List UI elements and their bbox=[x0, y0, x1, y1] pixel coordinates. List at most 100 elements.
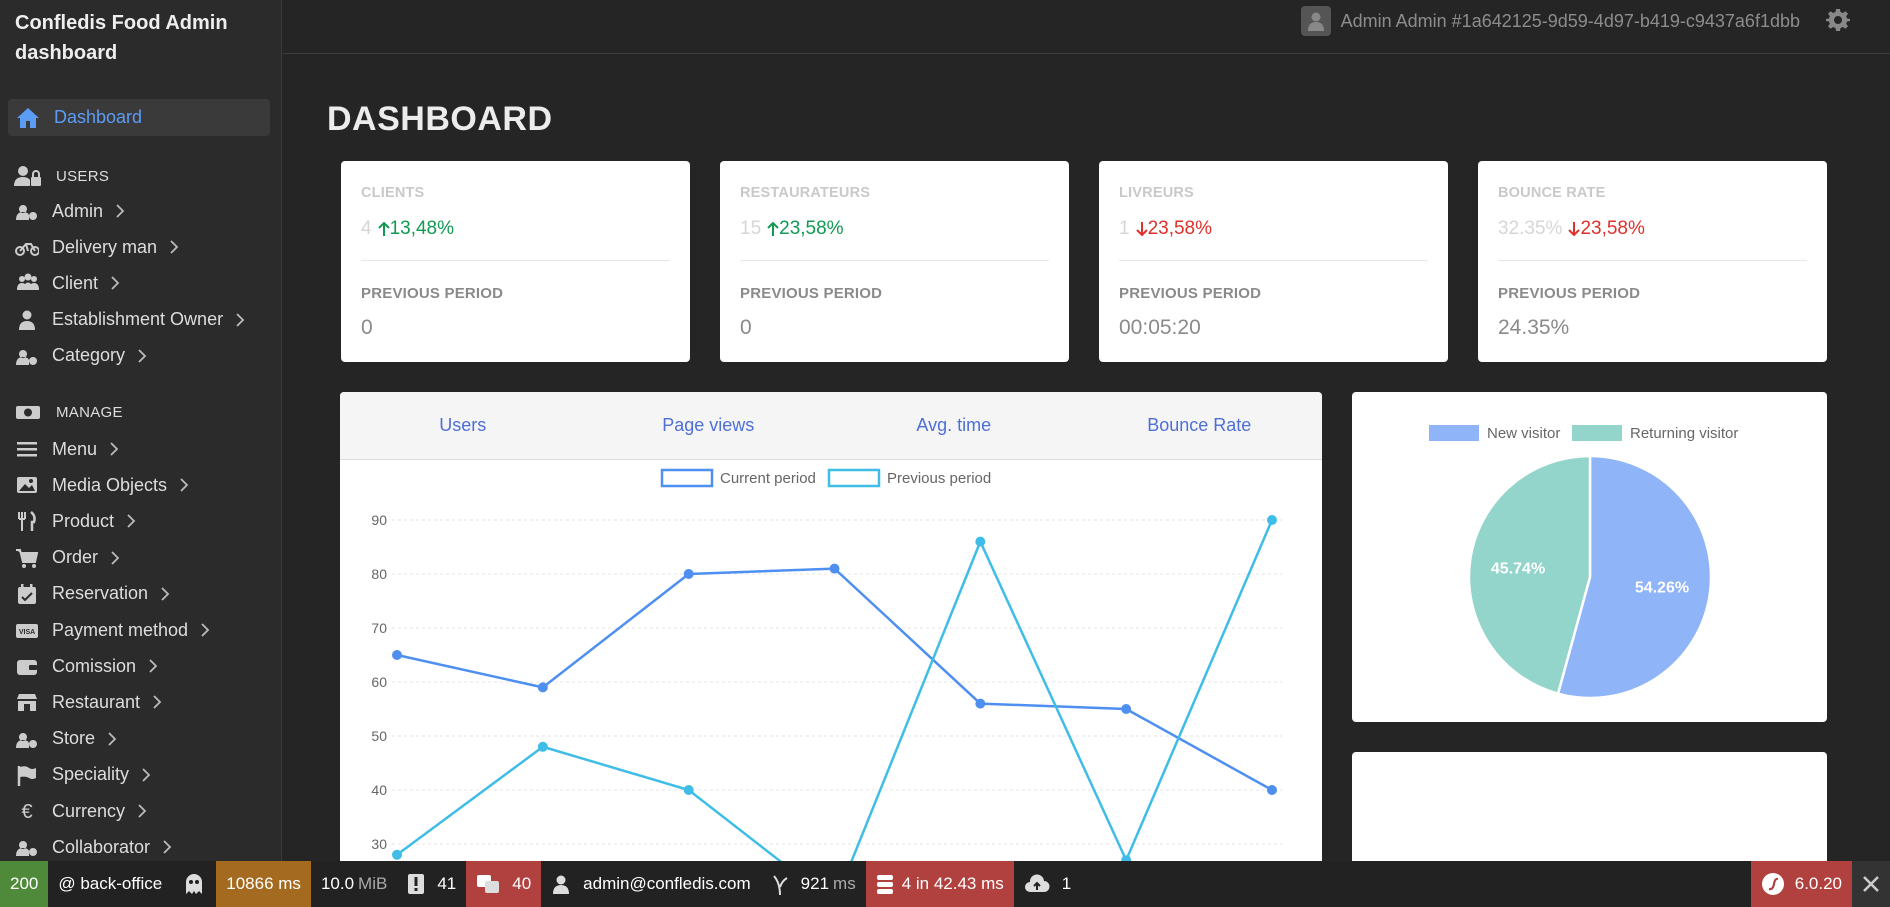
debug-toolbar: 200 @ back-office 10866 ms 10.0 MiB 41 40… bbox=[0, 861, 1890, 907]
data-point[interactable] bbox=[975, 536, 986, 547]
sidebar-item-dashboard[interactable]: Dashboard bbox=[8, 99, 270, 136]
sidebar-item-delivery-man[interactable]: Delivery man bbox=[14, 232, 179, 262]
exclamation-icon bbox=[408, 874, 425, 894]
cloud-upload-icon bbox=[1024, 874, 1050, 892]
sidebar-item-currency[interactable]: € Currency bbox=[14, 796, 147, 826]
data-point[interactable] bbox=[683, 785, 694, 795]
legend-swatch bbox=[1429, 425, 1479, 441]
y-tick-label: 30 bbox=[371, 836, 387, 852]
sidebar-item-comission[interactable]: Comission bbox=[14, 651, 158, 681]
brand-line-1: Confledis Food Admin bbox=[15, 12, 228, 34]
sidebar-item-store[interactable]: Store bbox=[14, 724, 117, 754]
y-tick-label: 60 bbox=[371, 674, 387, 690]
stat-trend: 13,48% bbox=[377, 218, 454, 240]
sidebar-item-menu[interactable]: Menu bbox=[14, 434, 119, 464]
sidebar-item-category[interactable]: Category bbox=[14, 341, 147, 371]
data-point[interactable] bbox=[975, 698, 986, 709]
section-manage: MANAGE bbox=[14, 401, 123, 423]
data-point[interactable] bbox=[537, 741, 548, 752]
cart-icon bbox=[14, 547, 40, 569]
sidebar-item-order[interactable]: Order bbox=[14, 543, 120, 573]
divider bbox=[1119, 260, 1428, 261]
ghost-item[interactable] bbox=[172, 861, 216, 907]
chevron-right-icon bbox=[108, 731, 117, 746]
users-icon bbox=[14, 272, 40, 294]
chevron-right-icon bbox=[127, 514, 136, 529]
sidebar-item-payment-method[interactable]: VISA Payment method bbox=[14, 615, 210, 645]
database-item[interactable]: 4 in 42.43 ms bbox=[865, 861, 1014, 907]
twig-item[interactable]: 921 ms bbox=[761, 861, 866, 907]
visa-card-icon: VISA bbox=[14, 619, 40, 641]
stat-title: CLIENTS bbox=[361, 185, 425, 201]
legend-swatch bbox=[827, 468, 881, 488]
chevron-right-icon bbox=[110, 442, 119, 456]
security-user-item[interactable]: admin@confledis.com bbox=[541, 861, 761, 907]
logs-item[interactable]: 41 bbox=[397, 861, 466, 907]
chevron-right-icon bbox=[116, 204, 125, 218]
tab-bounce-rate[interactable]: Bounce Rate bbox=[1077, 392, 1323, 459]
sidebar-item-speciality[interactable]: Speciality bbox=[14, 760, 151, 790]
stat-trend: 23,58% bbox=[1568, 218, 1645, 240]
sidebar-item-label: Store bbox=[52, 728, 96, 749]
data-point[interactable] bbox=[683, 569, 694, 579]
visitors-pie-card: New visitor Returning visitor 54.26% 45.74% bbox=[1352, 392, 1827, 722]
sidebar-item-label: Restaurant bbox=[52, 691, 141, 712]
symfony-version-item[interactable]: 6.0.20 bbox=[1750, 861, 1852, 907]
http-client-item[interactable]: 1 bbox=[1014, 861, 1081, 907]
sidebar-item-establishment-owner[interactable]: Establishment Owner bbox=[14, 305, 245, 335]
stat-card-clients: CLIENTS 4 13,48% PREVIOUS PERIOD 0 bbox=[341, 161, 690, 362]
request-time-item[interactable]: 10866 ms bbox=[216, 861, 311, 907]
sidebar-item-label: Comission bbox=[52, 655, 137, 676]
arrow-up-icon bbox=[767, 221, 779, 236]
sidebar-item-label: Delivery man bbox=[52, 236, 158, 257]
pie-slice-label: 45.74% bbox=[1491, 560, 1545, 577]
status-code-badge[interactable]: 200 bbox=[0, 861, 49, 907]
stat-value-row: 4 13,48% bbox=[361, 218, 454, 240]
data-point[interactable] bbox=[392, 849, 402, 860]
brand-title[interactable]: Confledis Food Admin dashboard bbox=[0, 0, 281, 68]
route-item[interactable]: @ back-office bbox=[48, 861, 172, 907]
sidebar-item-collaborator[interactable]: Collaborator bbox=[14, 832, 172, 862]
chevron-right-icon bbox=[111, 276, 120, 291]
data-point[interactable] bbox=[1121, 704, 1132, 714]
data-point[interactable] bbox=[392, 650, 402, 660]
close-toolbar-button[interactable] bbox=[1852, 861, 1890, 907]
deprecations-item[interactable]: 40 bbox=[466, 861, 542, 907]
data-point[interactable] bbox=[1267, 785, 1277, 795]
data-point[interactable] bbox=[829, 563, 840, 574]
sidebar-item-reservation[interactable]: Reservation bbox=[14, 579, 170, 609]
memory-item[interactable]: 10.0 MiB bbox=[311, 861, 397, 907]
tab-users[interactable]: Users bbox=[340, 392, 586, 459]
chevron-right-icon bbox=[170, 240, 179, 254]
chevron-right-icon bbox=[163, 840, 172, 854]
gear-icon[interactable] bbox=[1826, 8, 1850, 32]
sidebar-item-admin[interactable]: Admin bbox=[14, 196, 125, 226]
utensils-icon bbox=[14, 510, 40, 532]
user-menu[interactable]: Admin Admin #1a642125-9d59-4d97-b419-c94… bbox=[1300, 6, 1800, 36]
sidebar-item-label: Menu bbox=[52, 438, 98, 459]
stat-card-bounce-rate: BOUNCE RATE 32.35% 23,58% PREVIOUS PERIOD 24… bbox=[1478, 161, 1827, 362]
previous-period-value: 00:05:20 bbox=[1119, 316, 1201, 339]
store-icon bbox=[14, 691, 40, 713]
stat-title: RESTAURATEURS bbox=[740, 185, 871, 201]
chevron-right-icon bbox=[201, 623, 210, 637]
data-point[interactable] bbox=[537, 682, 548, 693]
flag-icon bbox=[14, 764, 40, 786]
user-lock-icon bbox=[14, 166, 41, 186]
data-point[interactable] bbox=[1267, 515, 1277, 525]
sidebar-item-restaurant[interactable]: Restaurant bbox=[14, 687, 162, 717]
legend-swatch bbox=[660, 468, 714, 488]
sidebar-item-client[interactable]: Client bbox=[14, 268, 120, 298]
section-users: USERS bbox=[14, 165, 109, 187]
section-users-label: USERS bbox=[56, 167, 110, 185]
tab-page-views[interactable]: Page views bbox=[586, 392, 832, 459]
tab-avg-time[interactable]: Avg. time bbox=[831, 392, 1077, 459]
sidebar-item-media-objects[interactable]: Media Objects bbox=[14, 470, 189, 500]
stat-trend: 23,58% bbox=[1135, 218, 1212, 240]
page-title: DASHBOARD bbox=[327, 100, 553, 138]
sidebar-item-product[interactable]: Product bbox=[14, 506, 136, 536]
brand-line-2: dashboard bbox=[15, 42, 118, 64]
translation-icon bbox=[477, 875, 500, 893]
stat-trend: 23,58% bbox=[767, 218, 844, 240]
y-tick-label: 40 bbox=[371, 782, 387, 798]
